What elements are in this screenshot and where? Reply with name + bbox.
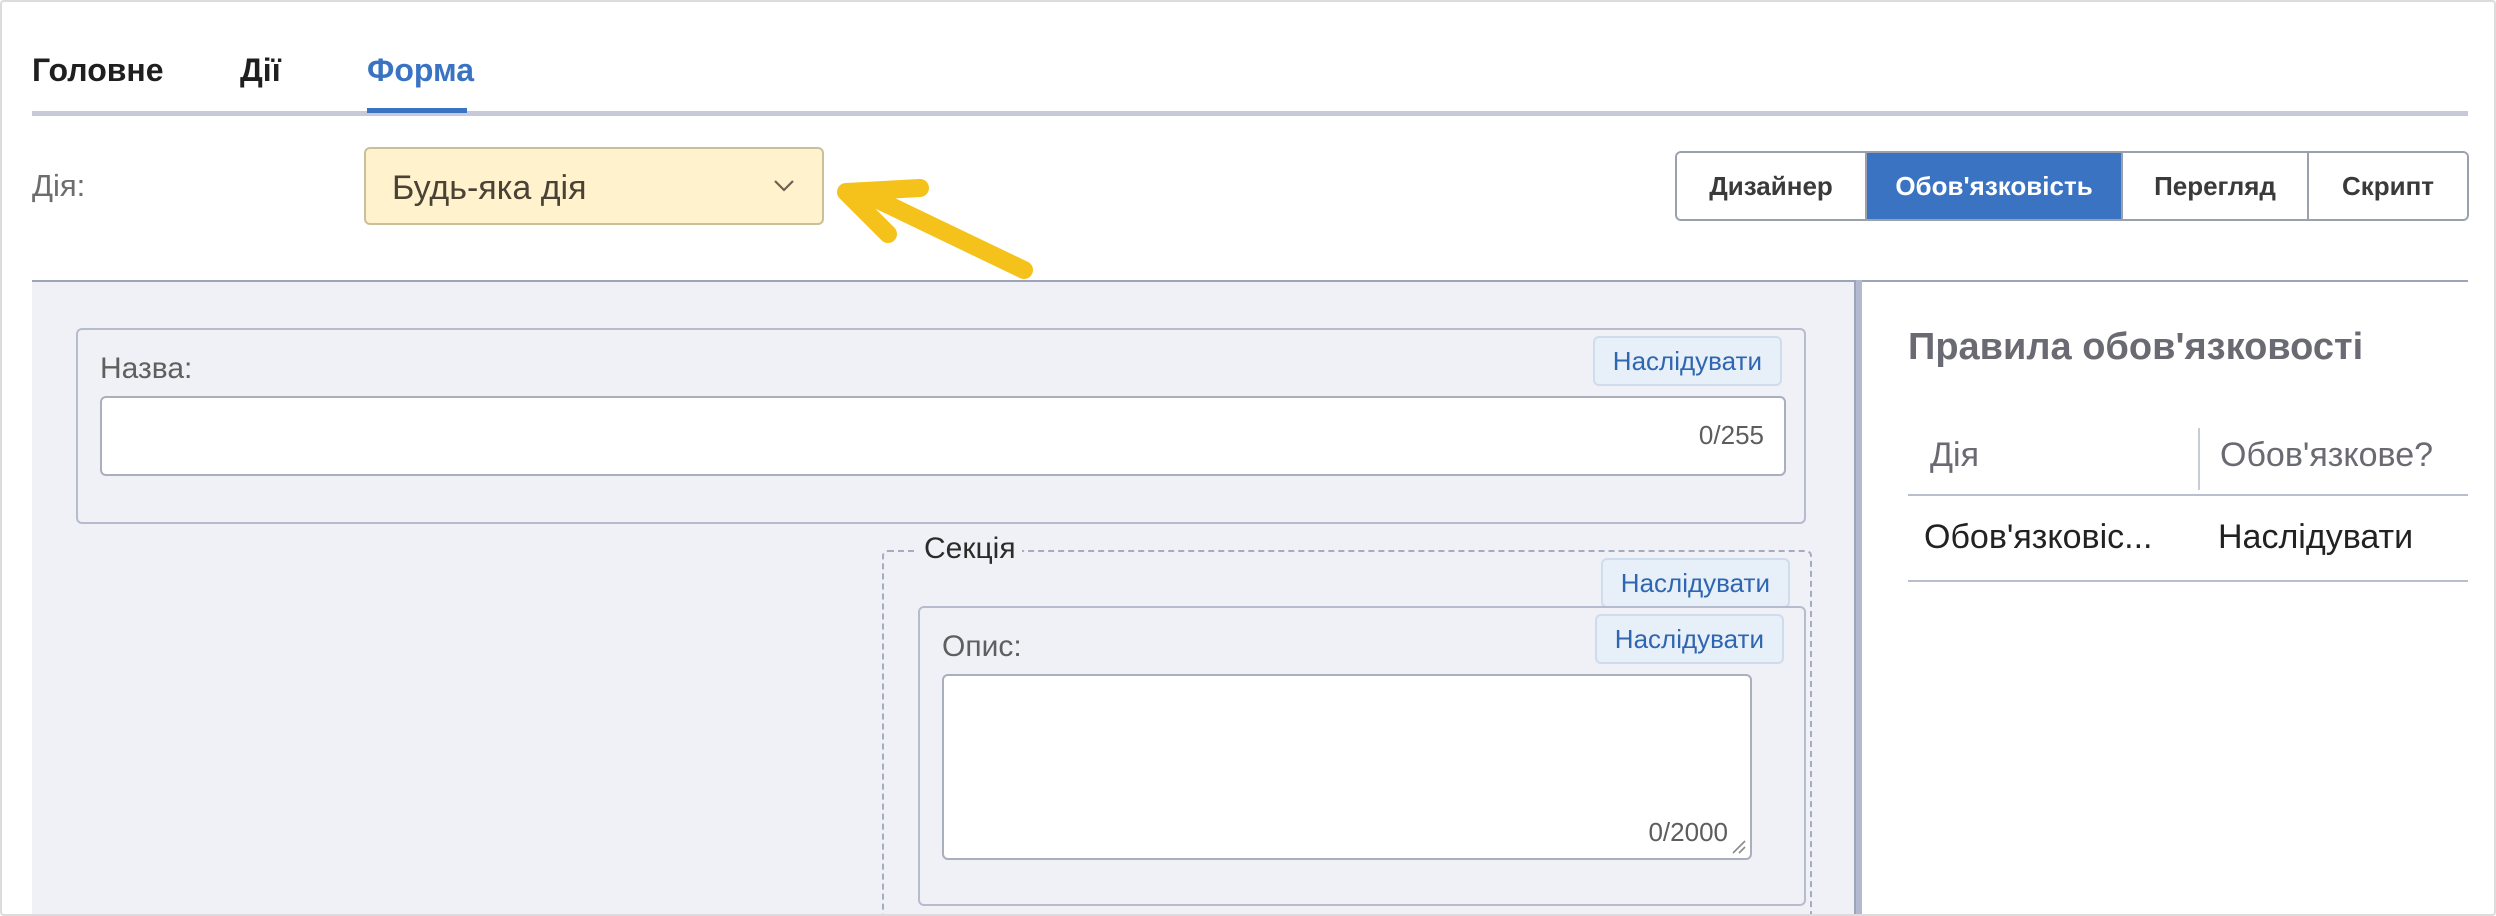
- section-inherit-button[interactable]: Наслідувати: [1600, 558, 1790, 608]
- name-field-box[interactable]: Назва: Наслідувати 0/255: [76, 328, 1806, 524]
- form-canvas: Назва: Наслідувати 0/255 Секція Наслідув…: [32, 280, 1854, 914]
- rules-table-header: Дія Обов'язкове?: [1908, 414, 2468, 496]
- preview-button[interactable]: Перегляд: [2123, 153, 2309, 219]
- name-field-label: Назва:: [100, 352, 193, 385]
- designer-button[interactable]: Дизайнер: [1677, 153, 1867, 219]
- tab-form[interactable]: Форма: [367, 52, 474, 89]
- app-frame: Головне Дії Форма Дія: Будь-яка дія Диза…: [0, 0, 2496, 916]
- panel-splitter[interactable]: [1854, 280, 1862, 914]
- table-row[interactable]: Обов'язковіс... Наслідувати: [1908, 496, 2468, 582]
- resize-handle-icon[interactable]: [1730, 838, 1746, 854]
- description-field-label: Опис:: [942, 630, 1022, 663]
- description-char-counter: 0/2000: [1648, 817, 1728, 847]
- rules-table: Дія Обов'язкове? Обов'язковіс... Насліду…: [1908, 414, 2468, 582]
- column-header-action[interactable]: Дія: [1930, 436, 1979, 475]
- section-box[interactable]: Секція Наслідувати Опис: Наслідувати 0/2…: [882, 532, 1812, 914]
- chevron-down-icon: [774, 180, 794, 192]
- name-char-counter: 0/255: [1698, 420, 1764, 450]
- description-inherit-button[interactable]: Наслідувати: [1594, 614, 1784, 664]
- section-title: Секція: [918, 532, 1022, 566]
- script-button[interactable]: Скрипт: [2309, 153, 2467, 219]
- name-input[interactable]: 0/255: [100, 396, 1786, 476]
- view-mode-toggle: Дизайнер Обов'язковість Перегляд Скрипт: [1675, 151, 2469, 221]
- action-label: Дія:: [32, 168, 86, 203]
- action-select-value: Будь-яка дія: [392, 169, 587, 207]
- active-tab-indicator: [367, 108, 467, 113]
- annotation-arrow-icon: [837, 179, 1033, 279]
- description-textarea[interactable]: 0/2000: [942, 674, 1752, 860]
- rules-panel: Правила обов'язковості Дія Обов'язкове? …: [1862, 280, 2468, 914]
- rule-action-cell: Обов'язковіс...: [1924, 518, 2153, 556]
- rule-required-cell: Наслідувати: [2218, 518, 2414, 556]
- tab-main[interactable]: Головне: [32, 52, 164, 89]
- name-inherit-button[interactable]: Наслідувати: [1592, 336, 1782, 386]
- action-select[interactable]: Будь-яка дія: [364, 147, 824, 225]
- rules-title: Правила обов'язковості: [1908, 326, 2364, 368]
- description-field-box[interactable]: Опис: Наслідувати 0/2000: [918, 606, 1806, 906]
- tab-bar: Головне Дії Форма: [32, 2, 2468, 116]
- required-button[interactable]: Обов'язковість: [1867, 153, 2123, 219]
- tab-actions[interactable]: Дії: [240, 52, 281, 89]
- column-header-required[interactable]: Обов'язкове?: [2220, 436, 2433, 475]
- column-divider[interactable]: [2198, 428, 2200, 490]
